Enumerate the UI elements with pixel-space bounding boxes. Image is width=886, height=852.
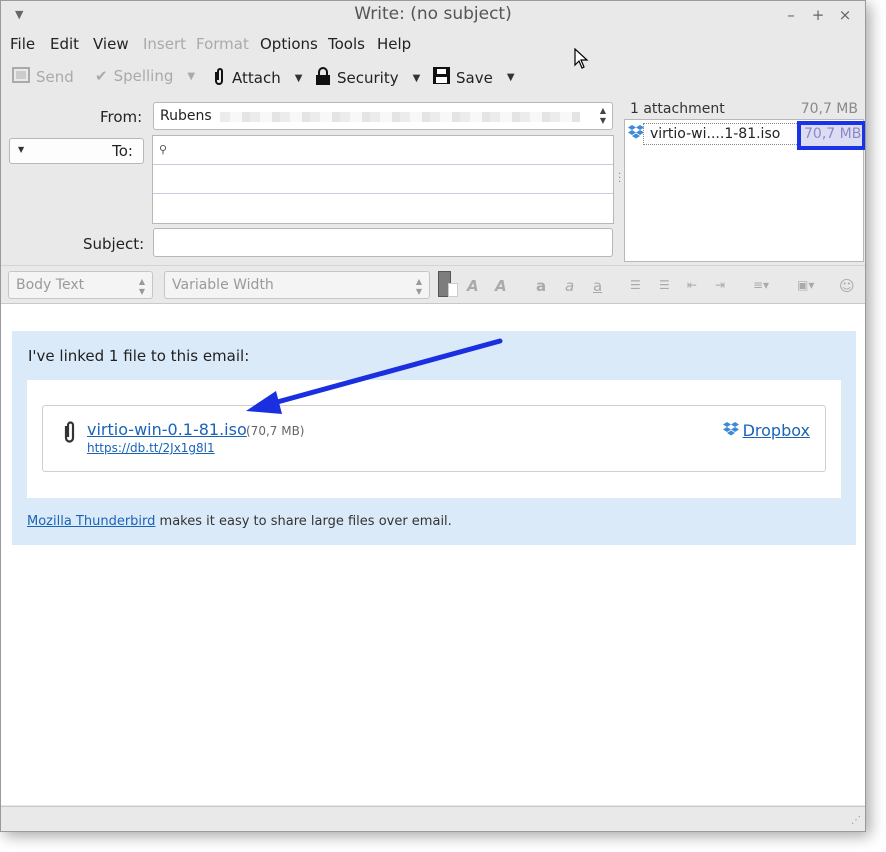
spinner-icon: ▲ ▼ [599, 106, 606, 125]
file-card: virtio-win-0.1-81.iso (70,7 MB) https://… [42, 405, 826, 472]
recipient-type-dropdown[interactable]: ▼ To: [9, 138, 144, 164]
security-label: Security [337, 69, 399, 87]
subject-input[interactable] [153, 228, 613, 257]
outdent-icon[interactable]: ⇤ [687, 278, 697, 292]
status-bar: ⋰ [1, 806, 865, 831]
attachment-pane: 1 attachment 70,7 MB virtio-wi....1-81.i… [624, 96, 865, 262]
recipient-row[interactable] [153, 194, 613, 223]
menu-view[interactable]: View [93, 35, 129, 53]
chevron-down-icon[interactable]: ▼ [507, 72, 515, 83]
indent-icon[interactable]: ⇥ [715, 278, 725, 292]
send-label: Send [36, 68, 74, 86]
recipient-row[interactable] [153, 165, 613, 194]
from-label: From: [100, 108, 143, 126]
bold-icon[interactable]: a [536, 277, 546, 295]
smiley-icon[interactable]: ☺ [839, 277, 855, 295]
thunderbird-link[interactable]: Mozilla Thunderbird [27, 514, 155, 529]
attachment-item[interactable]: virtio-wi....1-81.iso [643, 123, 801, 145]
redacted-email [220, 112, 580, 122]
attachment-count: 1 attachment [630, 101, 725, 117]
from-value: Rubens [160, 108, 212, 124]
smaller-font-icon[interactable]: A [467, 277, 479, 295]
paragraph-style-select[interactable]: Body Text ▲ ▼ [8, 271, 153, 299]
numbered-list-icon[interactable]: ☰ [659, 278, 670, 292]
title-bar: ▼ Write: (no subject) – + × [1, 1, 865, 31]
attachment-name: virtio-wi....1-81.iso [650, 126, 781, 142]
paperclip-icon [61, 420, 77, 448]
filelink-footer: Mozilla Thunderbird makes it easy to sha… [27, 514, 452, 529]
subject-label: Subject: [83, 235, 145, 253]
dropbox-icon [628, 125, 644, 143]
compose-window: ▼ Write: (no subject) – + × File Edit Vi… [0, 0, 866, 832]
attach-button[interactable]: Attach ▼ [212, 67, 302, 89]
toolbar: Send ✔ Spelling ▼ Attach ▼ Security ▼ Sa… [1, 61, 865, 93]
menu-help[interactable]: Help [377, 35, 411, 53]
save-label: Save [456, 68, 493, 87]
underline-icon[interactable]: a [593, 277, 602, 295]
chevron-down-icon[interactable]: ▼ [295, 73, 303, 84]
chevron-down-icon: ▼ [18, 145, 25, 154]
menu-file[interactable]: File [10, 35, 35, 53]
lock-icon [315, 67, 331, 89]
menu-bar: File Edit View Insert Format Options Too… [1, 31, 865, 57]
person-icon: ⚲ [159, 143, 168, 156]
chevron-down-icon[interactable]: ▼ [413, 73, 421, 84]
menu-format[interactable]: Format [196, 35, 249, 53]
check-icon: ✔ [95, 67, 108, 85]
recipient-list: ⚲ [152, 135, 614, 224]
service-link[interactable]: Dropbox [722, 421, 810, 440]
mouse-cursor-icon [574, 48, 589, 69]
font-value: Variable Width [172, 277, 274, 293]
filelink-intro: I've linked 1 file to this email: [28, 347, 250, 365]
spelling-button[interactable]: ✔ Spelling ▼ [95, 67, 195, 85]
menu-insert[interactable]: Insert [143, 35, 186, 53]
attach-label: Attach [232, 69, 281, 87]
footer-text: makes it easy to share large files over … [155, 514, 452, 529]
file-url-link[interactable]: https://db.tt/2Jx1g8l1 [87, 441, 215, 455]
attachment-total-size: 70,7 MB [800, 101, 858, 117]
security-button[interactable]: Security ▼ [315, 67, 420, 89]
message-body[interactable]: I've linked 1 file to this email: virtio… [1, 303, 865, 805]
spelling-label: Spelling [113, 67, 174, 85]
filelink-panel: I've linked 1 file to this email: virtio… [12, 331, 856, 545]
paperclip-icon [212, 67, 226, 89]
resize-grip-icon[interactable]: ⋰ [851, 815, 861, 826]
spinner-icon: ▲ ▼ [415, 277, 422, 296]
maximize-icon[interactable]: + [810, 6, 826, 24]
file-size: (70,7 MB) [246, 424, 305, 438]
insert-image-icon[interactable]: ▣▾ [797, 278, 814, 292]
window-title: Write: (no subject) [354, 4, 512, 24]
from-select[interactable]: Rubens ▲ ▼ [153, 102, 613, 130]
attachment-size: 70,7 MB [797, 121, 865, 150]
chevron-down-icon[interactable]: ▼ [187, 71, 195, 82]
save-button[interactable]: Save ▼ [433, 67, 515, 88]
send-button[interactable]: Send [12, 67, 74, 87]
menu-tools[interactable]: Tools [328, 35, 365, 53]
background-color-icon[interactable] [448, 283, 458, 297]
menu-edit[interactable]: Edit [50, 35, 79, 53]
spinner-icon: ▲ ▼ [138, 277, 145, 296]
recipient-row[interactable]: ⚲ [153, 136, 613, 165]
minimize-icon[interactable]: – [783, 6, 799, 24]
close-icon[interactable]: × [837, 6, 853, 24]
service-name: Dropbox [742, 421, 810, 440]
font-select[interactable]: Variable Width ▲ ▼ [164, 271, 430, 299]
file-name-link[interactable]: virtio-win-0.1-81.iso [87, 420, 247, 439]
splitter-grip[interactable]: · · · [618, 170, 621, 188]
floppy-disk-icon [433, 67, 450, 88]
paragraph-style-value: Body Text [16, 277, 85, 293]
filelink-inner: virtio-win-0.1-81.iso (70,7 MB) https://… [27, 380, 841, 498]
dropbox-icon [722, 421, 739, 440]
format-toolbar: Body Text ▲ ▼ Variable Width ▲ ▼ A A a a a… [1, 265, 865, 303]
bulleted-list-icon[interactable]: ☰ [630, 278, 641, 292]
menu-options[interactable]: Options [260, 35, 318, 53]
alignment-icon[interactable]: ≡▾ [753, 278, 769, 292]
to-label: To: [112, 142, 133, 160]
italic-icon[interactable]: a [565, 277, 574, 295]
send-icon [12, 67, 30, 87]
larger-font-icon[interactable]: A [495, 277, 507, 295]
